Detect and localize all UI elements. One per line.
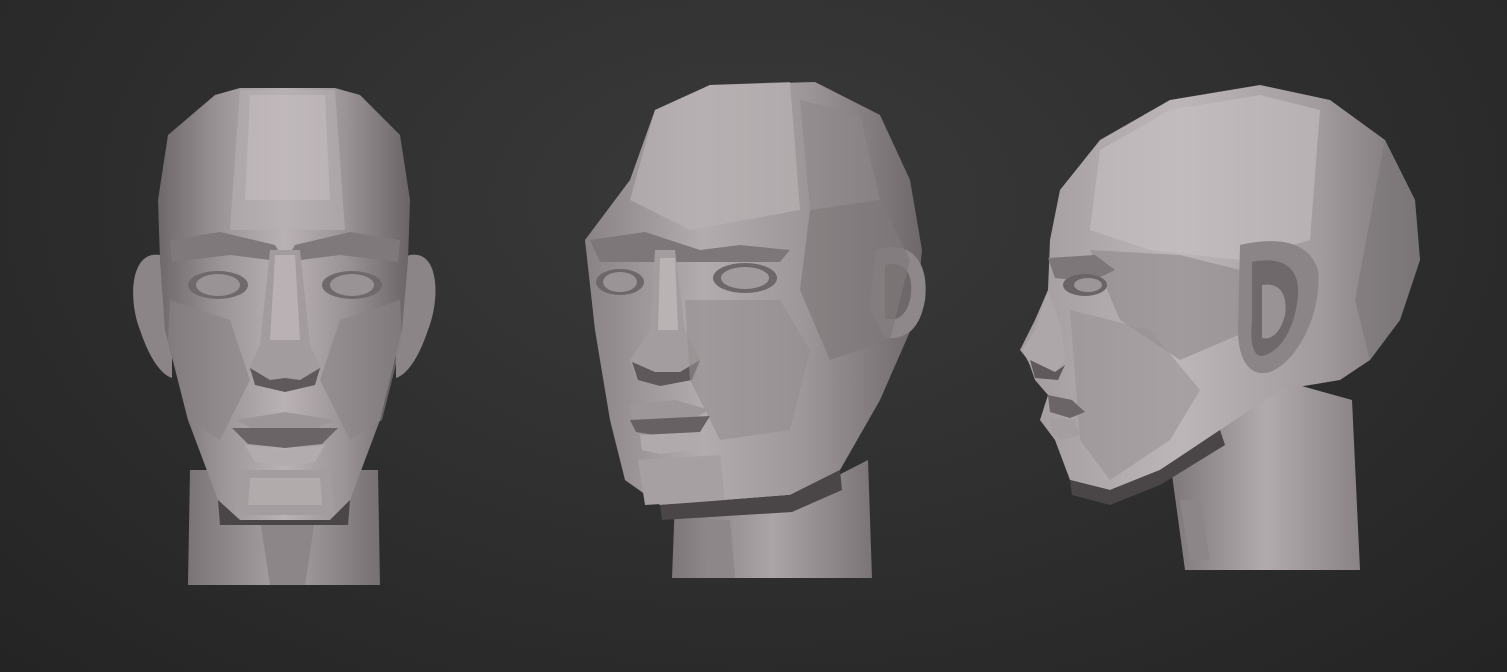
head-three-quarter-view <box>585 82 926 578</box>
head-front-view <box>133 88 436 585</box>
viewport-background <box>0 0 1507 672</box>
head-profile-view <box>1020 85 1420 570</box>
